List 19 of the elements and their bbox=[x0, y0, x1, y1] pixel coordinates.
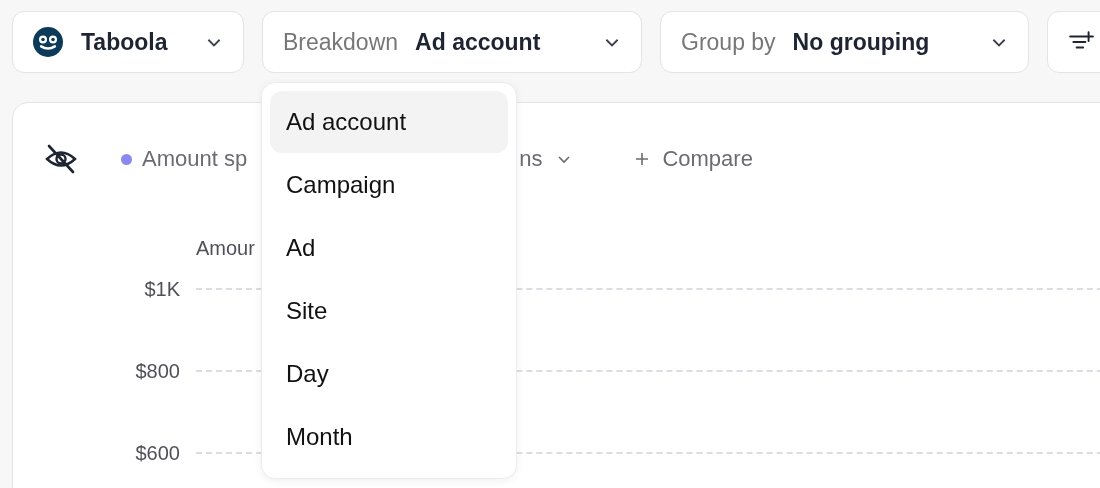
compare-button[interactable]: Compare bbox=[634, 146, 753, 172]
menu-item[interactable]: Ad account bbox=[270, 91, 508, 153]
y-axis-label: $600 bbox=[134, 441, 180, 465]
menu-item[interactable]: Day bbox=[270, 343, 508, 405]
menu-item[interactable]: Ad bbox=[270, 217, 508, 279]
y-axis-label: $1K bbox=[143, 277, 180, 301]
plus-icon bbox=[634, 151, 651, 167]
menu-item[interactable]: Month bbox=[270, 406, 508, 468]
breakdown-dropdown[interactable]: Breakdown Ad account bbox=[262, 11, 642, 73]
menu-item[interactable]: Site bbox=[270, 280, 508, 342]
account-dropdown[interactable]: Taboola bbox=[12, 11, 244, 73]
group-by-dropdown[interactable]: Group by No grouping bbox=[660, 11, 1029, 73]
metric-selector[interactable]: ns bbox=[519, 146, 573, 172]
chart-title: Amour bbox=[196, 237, 255, 260]
eye-slash-icon[interactable] bbox=[45, 144, 77, 174]
menu-item[interactable]: Campaign bbox=[270, 154, 508, 216]
y-axis-label: $800 bbox=[134, 359, 180, 383]
logo-icon bbox=[33, 27, 63, 57]
legend-label: Amount sp bbox=[142, 146, 248, 172]
